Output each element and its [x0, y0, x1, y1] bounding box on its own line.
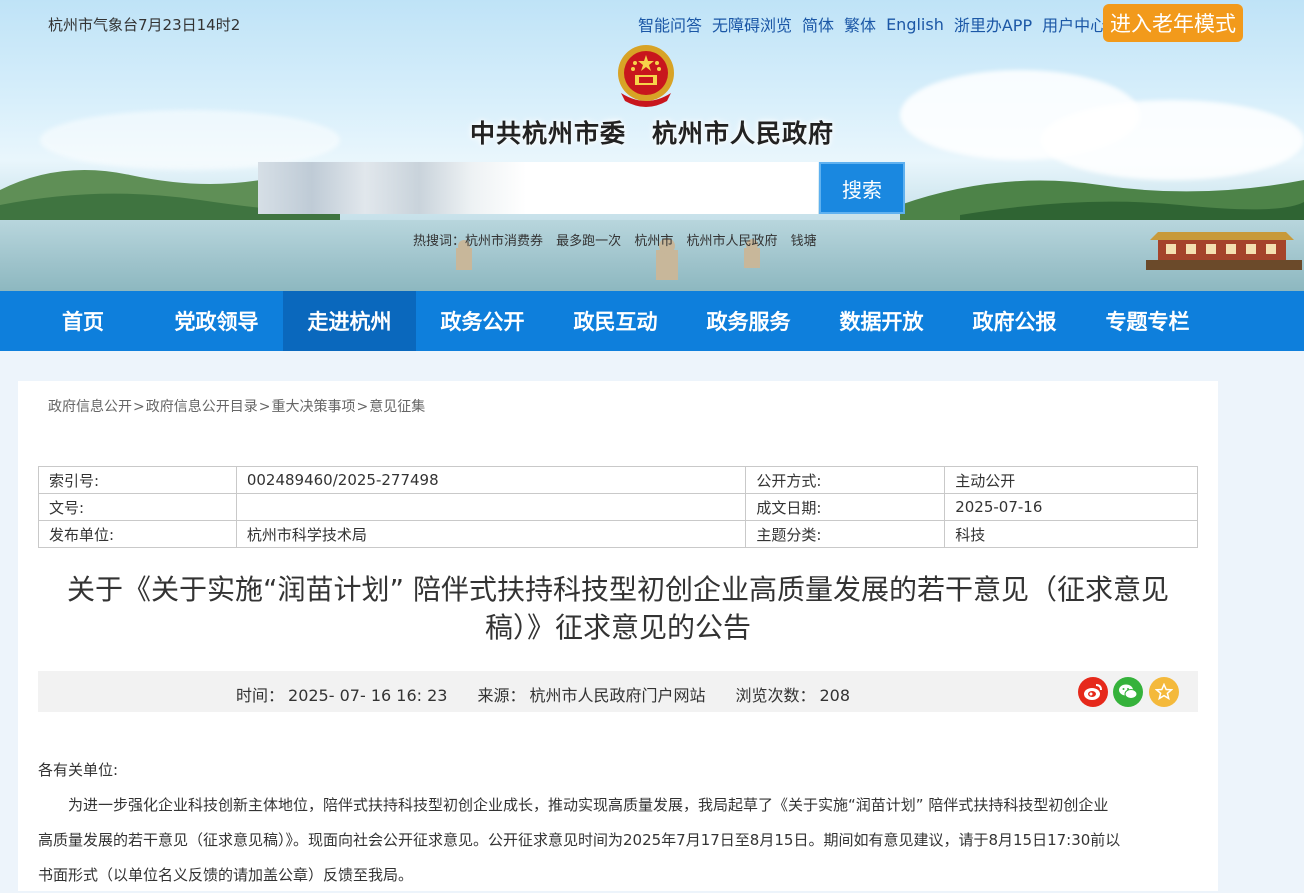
main-nav: 首页 党政领导 走进杭州 政务公开 政民互动 政务服务 数据开放 政府公报 专题…: [0, 291, 1304, 351]
time-label: 时间：: [236, 686, 285, 705]
meta-label: 发布单位:: [38, 520, 237, 548]
wechat-share-button[interactable]: [1113, 677, 1143, 707]
favorite-star-icon: [1155, 683, 1173, 701]
hot-word[interactable]: 钱塘: [791, 234, 817, 249]
source-value: 杭州市人民政府门户网站: [529, 686, 706, 705]
body-paragraph: 为进一步强化企业科技创新主体地位，陪伴式扶持科技型初创企业成长，推动实现高质量发…: [68, 796, 1109, 814]
hot-words: 热搜词：杭州市消费券 最多跑一次 杭州市 杭州市人民政府 钱塘: [413, 230, 826, 249]
meta-value: 科技: [944, 520, 1198, 548]
nav-about-hangzhou[interactable]: 走进杭州: [283, 291, 416, 351]
nav-interaction[interactable]: 政民互动: [549, 291, 682, 351]
meta-label: 索引号:: [38, 466, 237, 494]
site-header: 杭州市气象台7月23日14时2 智能问答 无障碍浏览 简体 繁体 English…: [0, 0, 1304, 291]
weibo-icon: [1084, 684, 1102, 700]
meta-label: 公开方式:: [745, 466, 946, 494]
table-row: 文号: 成文日期: 2025-07-16: [38, 493, 1198, 521]
breadcrumb-item[interactable]: 政府信息公开目录: [146, 399, 258, 415]
boat-pavilion-icon: [1146, 232, 1302, 270]
article-meta: 时间： 2025- 07- 16 16: 23 来源： 杭州市人民政府门户网站 浏览次数…: [236, 682, 854, 706]
breadcrumb-item[interactable]: 政府信息公开: [48, 399, 132, 415]
time-value: 2025- 07- 16 16: 23: [288, 686, 448, 705]
nav-services[interactable]: 政务服务: [682, 291, 815, 351]
meta-value: 002489460/2025-277498: [235, 466, 747, 494]
meta-label: 成文日期:: [745, 493, 946, 521]
meta-label: 文号:: [38, 493, 237, 521]
hot-word[interactable]: 杭州市人民政府: [686, 234, 777, 249]
table-row: 发布单位: 杭州市科学技术局 主题分类: 科技: [38, 520, 1198, 548]
nav-special[interactable]: 专题专栏: [1081, 291, 1214, 351]
views-value: 208: [819, 686, 851, 705]
link-simplified[interactable]: 简体: [802, 12, 834, 36]
content-panel: 政府信息公开>政府信息公开目录>重大决策事项>意见征集 索引号: 0024894…: [18, 381, 1218, 891]
top-links: 智能问答 无障碍浏览 简体 繁体 English 浙里办APP 用户中心: [638, 12, 1116, 36]
search-button[interactable]: 搜索: [819, 162, 905, 214]
site-title: 中共杭州市委 杭州市人民政府: [469, 119, 834, 148]
link-english[interactable]: English: [886, 15, 944, 34]
nav-leadership[interactable]: 党政领导: [150, 291, 283, 351]
body-paragraph: 高质量发展的若干意见（征求意见稿）》。现面向社会公开征求意见。公开征求意见时间为…: [38, 831, 1121, 849]
body-paragraph: 书面形式（以单位名义反馈的请加盖公章）反馈至我局。: [38, 866, 414, 884]
nav-gazette[interactable]: 政府公报: [948, 291, 1081, 351]
favorite-button[interactable]: [1149, 677, 1179, 707]
search-blurred-region: [258, 162, 526, 214]
hot-word[interactable]: 热搜词：杭州市消费券: [413, 234, 543, 249]
link-smart-qa[interactable]: 智能问答: [638, 12, 702, 36]
search-input[interactable]: [526, 162, 818, 214]
greeting: 各有关单位:: [38, 761, 119, 779]
meta-value: 主动公开: [944, 466, 1198, 494]
document-meta-table: 索引号: 002489460/2025-277498 公开方式: 主动公开 文号…: [38, 466, 1198, 548]
wechat-icon: [1119, 684, 1138, 699]
weather-ticker[interactable]: 杭州市气象台7月23日14时2: [48, 14, 244, 35]
link-traditional[interactable]: 繁体: [844, 12, 876, 36]
meta-value: 2025-07-16: [944, 493, 1198, 521]
document-title: 关于《关于实施“润苗计划” 陪伴式扶持科技型初创企业高质量发展的若干意见（征求意…: [38, 571, 1198, 647]
weibo-share-button[interactable]: [1078, 677, 1108, 707]
hot-word[interactable]: 最多跑一次: [556, 234, 621, 249]
link-user-center[interactable]: 用户中心: [1042, 12, 1106, 36]
table-row: 索引号: 002489460/2025-277498 公开方式: 主动公开: [38, 466, 1198, 494]
document-title-line: 稿）》征求意见的公告: [484, 611, 751, 644]
article-body: 各有关单位: 为进一步强化企业科技创新主体地位，陪伴式扶持科技型初创企业成长，推…: [38, 753, 1198, 893]
breadcrumb: 政府信息公开>政府信息公开目录>重大决策事项>意见征集: [48, 399, 426, 415]
meta-value: 杭州市科学技术局: [235, 520, 747, 548]
elder-mode-button[interactable]: 进入老年模式: [1103, 4, 1243, 42]
hot-word[interactable]: 杭州市: [634, 234, 673, 249]
link-accessibility[interactable]: 无障碍浏览: [712, 12, 792, 36]
nav-open-data[interactable]: 数据开放: [815, 291, 948, 351]
article-info-bar: 时间： 2025- 07- 16 16: 23 来源： 杭州市人民政府门户网站 浏览次数…: [38, 671, 1198, 712]
source-label: 来源：: [477, 686, 526, 705]
document-title-line: 关于《关于实施“润苗计划” 陪伴式扶持科技型初创企业高质量发展的若干意见（征求意…: [67, 573, 1169, 606]
nav-gov-info[interactable]: 政务公开: [416, 291, 549, 351]
meta-value: [235, 493, 747, 521]
views-label: 浏览次数：: [735, 686, 816, 705]
nav-home[interactable]: 首页: [0, 291, 150, 351]
national-emblem-icon: [618, 45, 674, 107]
breadcrumb-item[interactable]: 重大决策事项: [271, 399, 355, 415]
link-zlb-app[interactable]: 浙里办APP: [954, 12, 1032, 36]
meta-label: 主题分类:: [745, 520, 946, 548]
breadcrumb-item[interactable]: 意见征集: [369, 399, 425, 415]
